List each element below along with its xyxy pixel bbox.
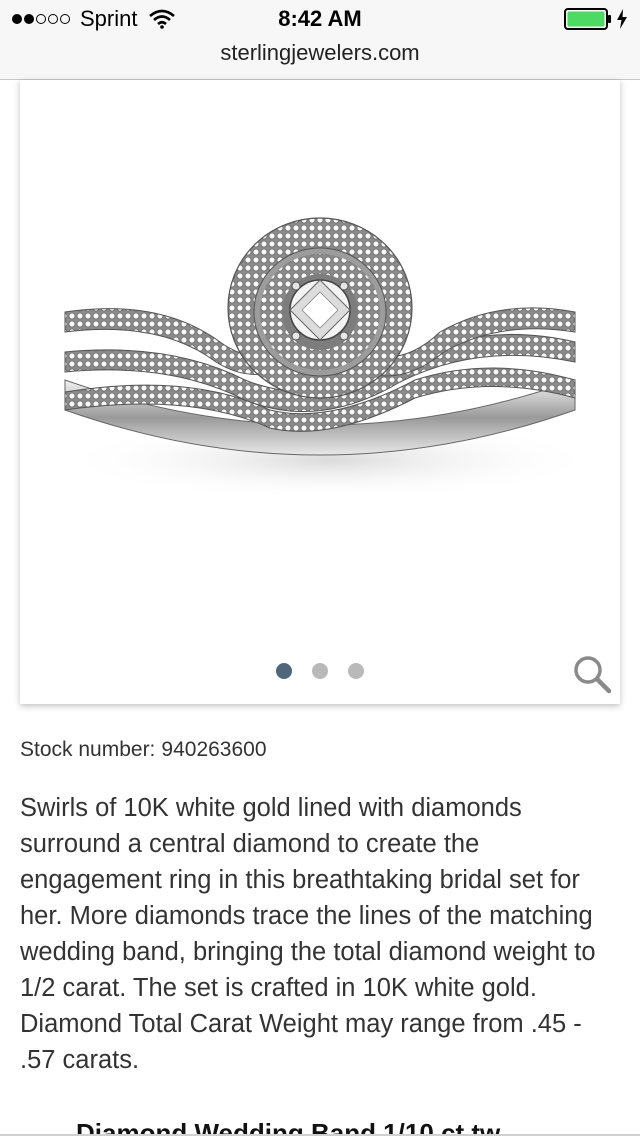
magnifier-icon[interactable]	[572, 654, 612, 694]
stock-number: Stock number: 940263600	[20, 738, 267, 762]
product-gallery	[20, 80, 620, 704]
status-time: 8:42 AM	[278, 6, 362, 31]
url-text: sterlingjewelers.com	[220, 40, 420, 65]
product-description: Swirls of 10K white gold lined with diam…	[20, 794, 596, 1074]
stock-label: Stock number:	[20, 738, 156, 761]
address-bar[interactable]: sterlingjewelers.com	[0, 36, 640, 80]
pager-dot-3[interactable]	[348, 663, 364, 679]
stock-value: 940263600	[161, 738, 267, 761]
pager-dot-2[interactable]	[312, 663, 328, 679]
product-image[interactable]	[20, 80, 620, 642]
gallery-pager	[276, 663, 364, 679]
status-bar: Sprint 8:42 AM	[0, 0, 640, 40]
pager-dot-1[interactable]	[276, 663, 292, 679]
battery-icon	[564, 8, 611, 30]
charging-bolt-icon	[617, 9, 627, 29]
status-right	[564, 8, 628, 30]
